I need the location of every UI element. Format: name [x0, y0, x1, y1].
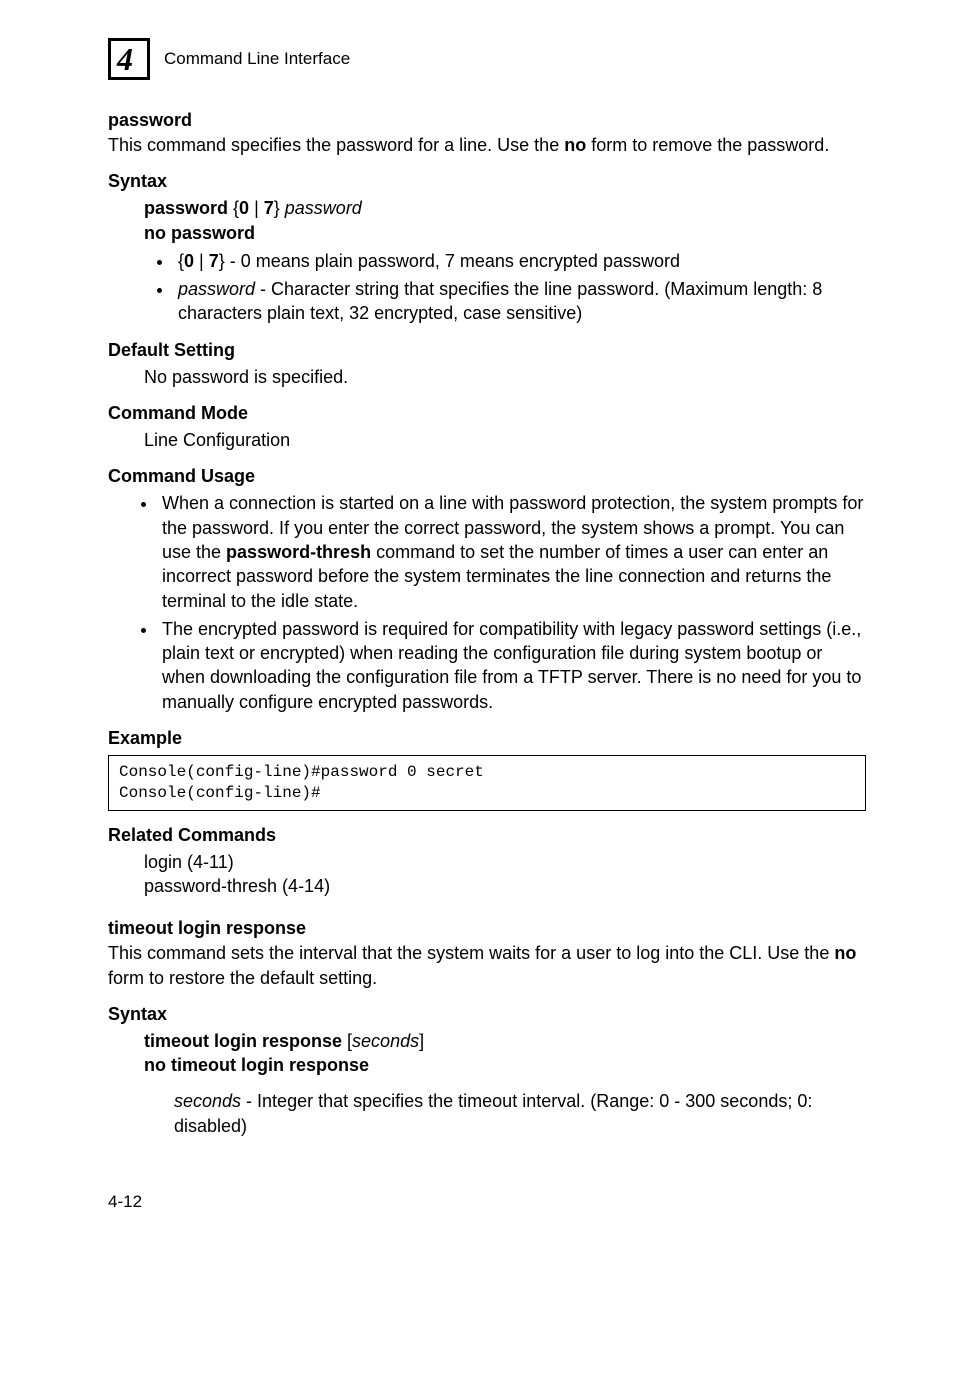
related-commands-heading: Related Commands — [108, 825, 866, 846]
text: This command sets the interval that the … — [108, 943, 834, 963]
password-heading: password — [108, 110, 866, 131]
list-item: password - Character string that specifi… — [174, 277, 866, 326]
command-mode-heading: Command Mode — [108, 403, 866, 424]
command-mode-text: Line Configuration — [144, 428, 866, 452]
text: This command specifies the password for … — [108, 135, 564, 155]
chapter-number-icon: 4 — [108, 38, 150, 80]
no-keyword: no — [834, 943, 856, 963]
text: { — [228, 198, 239, 218]
related-commands: login (4-11) password-thresh (4-14) — [144, 850, 866, 899]
page-number: 4-12 — [108, 1192, 866, 1212]
arg-password: password — [285, 198, 362, 218]
syntax-heading: Syntax — [108, 171, 866, 192]
opt-0: 0 — [239, 198, 249, 218]
arg-seconds: seconds — [352, 1031, 419, 1051]
password-thresh-keyword: password-thresh — [226, 542, 371, 562]
password-description: This command specifies the password for … — [108, 133, 866, 157]
keyword: password — [144, 198, 228, 218]
no-timeout-keyword: no timeout login response — [144, 1055, 369, 1075]
example-code: Console(config-line)#password 0 secret C… — [108, 755, 866, 811]
arg-seconds: seconds — [174, 1091, 241, 1111]
opt-0: 0 — [184, 251, 194, 271]
timeout-syntax-heading: Syntax — [108, 1004, 866, 1025]
timeout-heading: timeout login response — [108, 918, 866, 939]
page-header: 4 Command Line Interface — [108, 38, 866, 80]
command-usage-bullets: When a connection is started on a line w… — [158, 491, 866, 714]
default-setting-text: No password is specified. — [144, 365, 866, 389]
timeout-arg-desc: seconds - Integer that specifies the tim… — [174, 1089, 866, 1138]
password-syntax: password {0 | 7} password no password — [144, 196, 866, 245]
arg-password: password — [178, 279, 255, 299]
related-password-thresh: password-thresh (4-14) — [144, 876, 330, 896]
text: } — [274, 198, 285, 218]
no-keyword: no — [564, 135, 586, 155]
timeout-description: This command sets the interval that the … — [108, 941, 866, 990]
timeout-syntax: timeout login response [seconds] no time… — [144, 1029, 866, 1078]
text: - Integer that specifies the timeout int… — [174, 1091, 812, 1135]
no-password-keyword: no password — [144, 223, 255, 243]
chapter-title: Command Line Interface — [164, 49, 350, 69]
default-setting-heading: Default Setting — [108, 340, 866, 361]
page: 4 Command Line Interface password This c… — [0, 0, 954, 1262]
password-syntax-bullets: {0 | 7} - 0 means plain password, 7 mean… — [174, 249, 866, 326]
list-item: The encrypted password is required for c… — [158, 617, 866, 714]
text: The encrypted password is required for c… — [162, 619, 861, 712]
keyword: timeout login response — [144, 1031, 342, 1051]
example-heading: Example — [108, 728, 866, 749]
chapter-number: 4 — [117, 43, 133, 75]
list-item: {0 | 7} - 0 means plain password, 7 mean… — [174, 249, 866, 273]
text: form to restore the default setting. — [108, 968, 377, 988]
text: } - 0 means plain password, 7 means encr… — [219, 251, 680, 271]
text: form to remove the password. — [586, 135, 829, 155]
text: - Character string that specifies the li… — [178, 279, 822, 323]
command-usage-heading: Command Usage — [108, 466, 866, 487]
text: ] — [419, 1031, 424, 1051]
opt-7: 7 — [209, 251, 219, 271]
list-item: When a connection is started on a line w… — [158, 491, 866, 612]
text: | — [194, 251, 209, 271]
text: | — [249, 198, 264, 218]
opt-7: 7 — [264, 198, 274, 218]
related-login: login (4-11) — [144, 852, 234, 872]
text: [ — [342, 1031, 352, 1051]
